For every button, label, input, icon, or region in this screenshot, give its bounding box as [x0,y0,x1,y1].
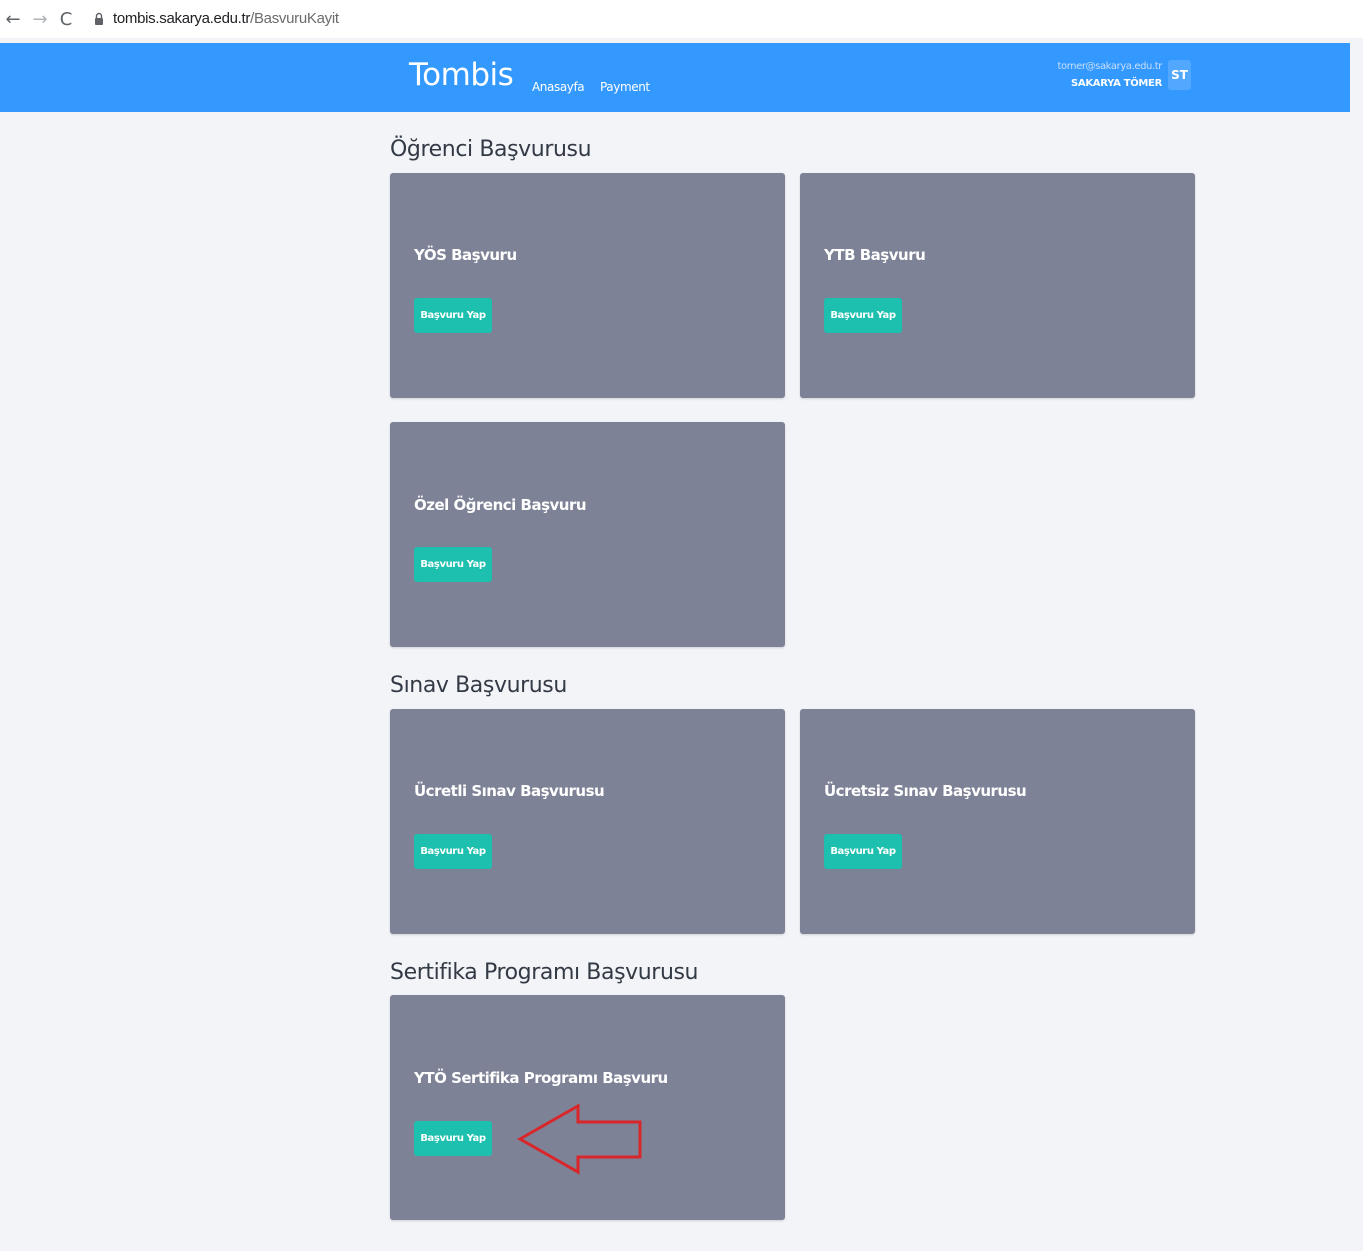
nav-link-anasayfa[interactable]: Anasayfa [532,80,585,94]
brand-logo[interactable]: Tombis [409,57,514,93]
card-title: YÖS Başvuru [414,246,517,264]
card-ucretsiz-sinav: Ücretsiz Sınav Başvurusu Başvuru Yap [800,709,1195,934]
card-ytb-basvuru: YTB Başvuru Başvuru Yap [800,173,1195,398]
apply-button-ozel-ogrenci[interactable]: Başvuru Yap [414,547,492,582]
card-title: Ücretli Sınav Başvurusu [414,782,605,800]
apply-button-yto-sertifika[interactable]: Başvuru Yap [414,1121,492,1156]
section-title-sinav: Sınav Başvurusu [390,673,567,698]
red-arrow-annotation-icon [516,1103,642,1175]
section-title-sertifika: Sertifika Programı Başvurusu [390,960,699,985]
apply-button-ucretli-sinav[interactable]: Başvuru Yap [414,834,492,869]
nav-link-payment[interactable]: Payment [600,80,650,94]
apply-button-ucretsiz-sinav[interactable]: Başvuru Yap [824,834,902,869]
user-avatar[interactable]: ST [1168,60,1191,90]
card-ozel-ogrenci-basvuru: Özel Öğrenci Başvuru Başvuru Yap [390,422,785,647]
apply-button-ytb[interactable]: Başvuru Yap [824,298,902,333]
user-name: SAKARYA TÖMER [1071,78,1162,89]
card-title: YTB Başvuru [824,246,926,264]
url-path: /BasvuruKayit [250,10,339,27]
card-title: Ücretsiz Sınav Başvurusu [824,782,1027,800]
url-host: tombis.sakarya.edu.tr [113,10,251,27]
section-title-ogrenci: Öğrenci Başvurusu [390,137,592,162]
address-bar-url[interactable]: tombis.sakarya.edu.tr/BasvuruKayit [113,10,339,27]
browser-toolbar: ← → C tombis.sakarya.edu.tr/BasvuruKayit [0,0,1363,38]
lock-icon [95,12,103,25]
card-ucretli-sinav: Ücretli Sınav Başvurusu Başvuru Yap [390,709,785,934]
apply-button-yos[interactable]: Başvuru Yap [414,298,492,333]
card-yos-basvuru: YÖS Başvuru Başvuru Yap [390,173,785,398]
reload-icon[interactable]: C [56,7,76,31]
user-email: tomer@sakarya.edu.tr [1057,61,1162,72]
card-title: Özel Öğrenci Başvuru [414,496,587,514]
card-title: YTÖ Sertifika Programı Başvuru [414,1069,668,1087]
back-arrow-icon[interactable]: ← [3,7,23,31]
app-header: Tombis Anasayfa Payment tomer@sakarya.ed… [0,43,1350,112]
forward-arrow-icon[interactable]: → [30,7,50,31]
